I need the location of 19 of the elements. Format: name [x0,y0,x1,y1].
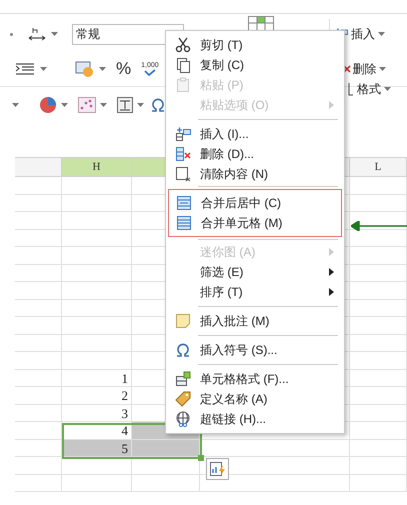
menu-item[interactable]: 清除内容 (N) [168,164,342,184]
menu-item[interactable]: 筛选 (E) [168,262,342,282]
menu-item[interactable]: 合并后居中 (C) [169,193,341,213]
column-header[interactable]: L [350,158,407,176]
menu-item[interactable]: 插入批注 (M) [168,311,342,331]
menu-item[interactable]: 插入 (I)... [168,124,342,144]
menu-item[interactable]: 合并单元格 (M) [169,213,341,233]
column-header[interactable]: H [62,158,132,176]
menu-item[interactable]: 删除 (D)... [168,144,342,164]
menu-item[interactable]: 插入符号 (S)... [168,340,342,360]
delete-button[interactable]: 删除 [342,60,386,78]
menu-item[interactable]: 单元格格式 (F)... [168,369,342,389]
format-button[interactable]: 格式 [348,80,391,98]
menu-item[interactable]: 排序 (T) [168,282,342,302]
table-cell: 5 [62,440,132,456]
percent-button[interactable]: % [116,56,132,82]
menu-item[interactable]: 定义名称 (A) [168,389,342,409]
menu-item[interactable]: 复制 (C) [168,55,342,75]
menu-item[interactable]: 超链接 (H)... [168,409,342,429]
